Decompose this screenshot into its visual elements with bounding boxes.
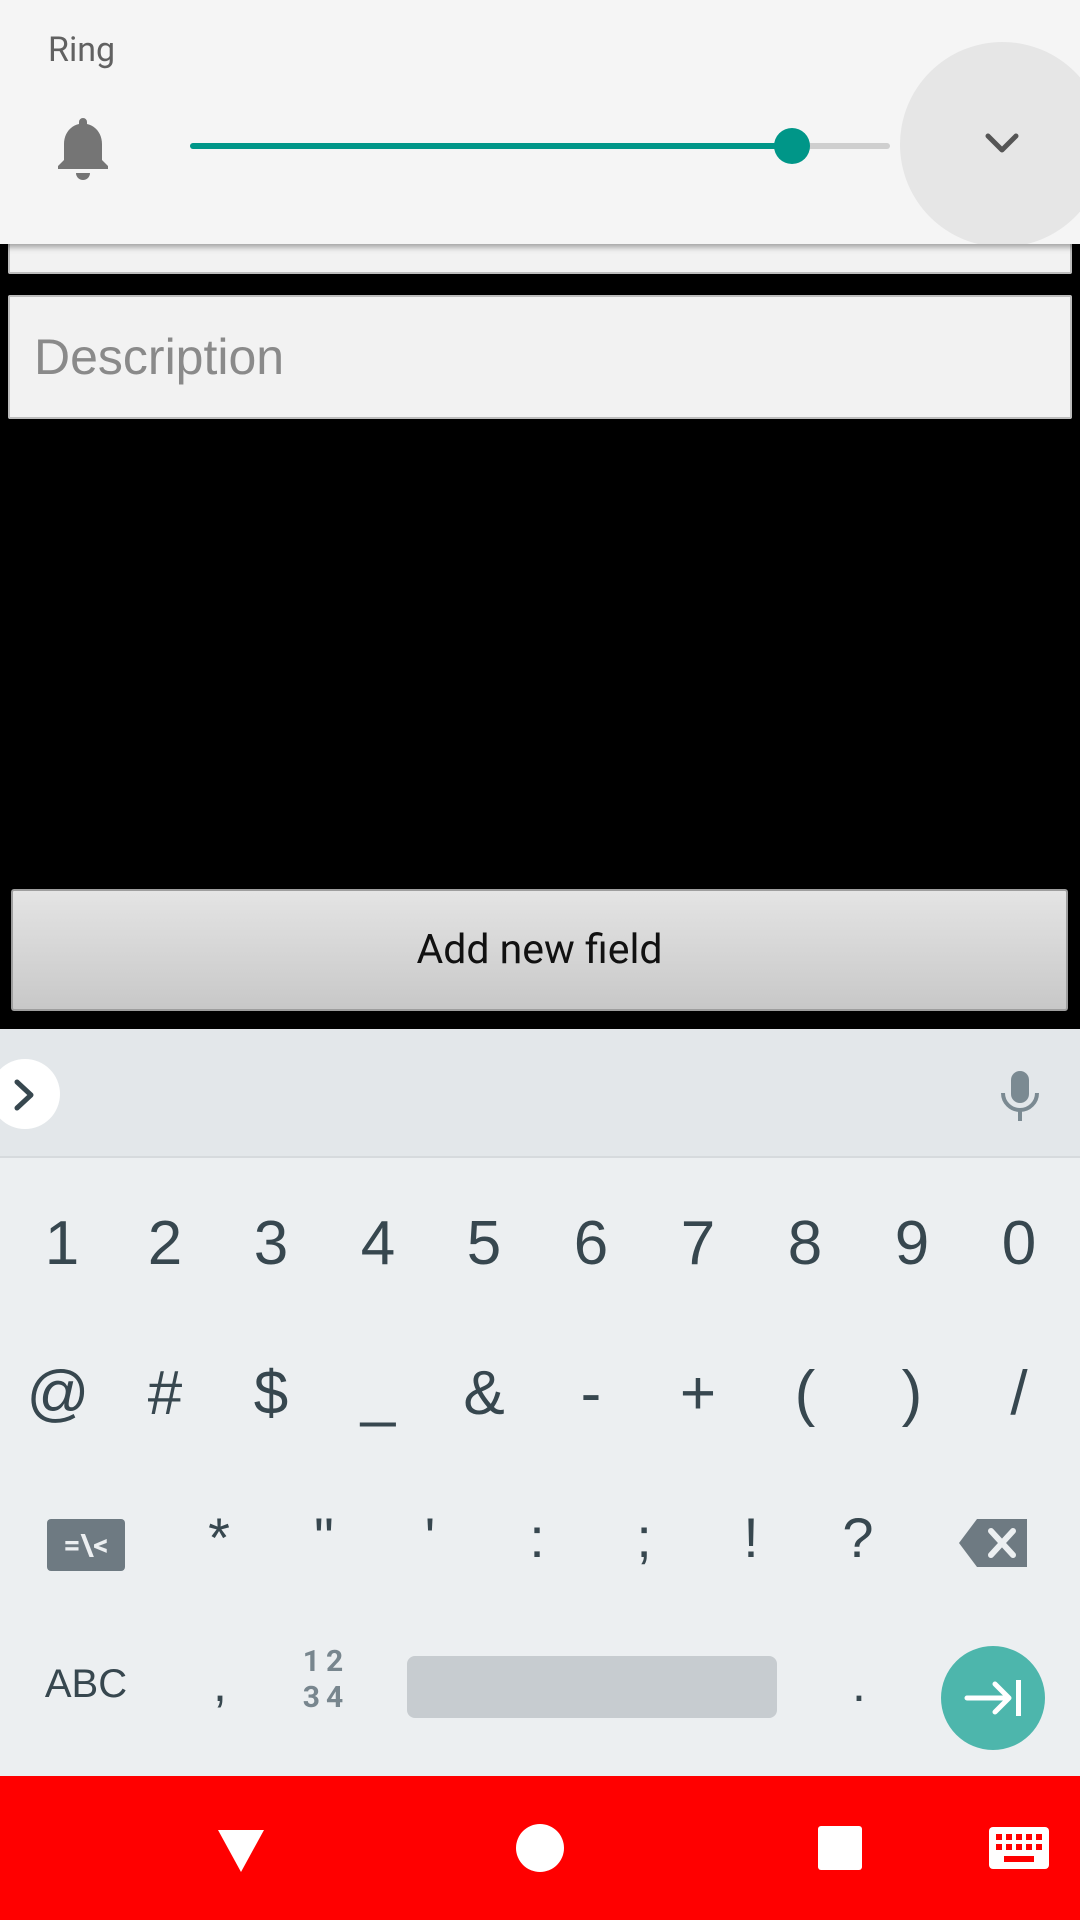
key-period[interactable]: . bbox=[815, 1614, 903, 1754]
space-key[interactable] bbox=[407, 1656, 777, 1718]
key-9[interactable]: 9 bbox=[868, 1173, 956, 1313]
bell-icon[interactable] bbox=[52, 112, 114, 180]
key-0[interactable]: 0 bbox=[975, 1173, 1063, 1313]
numpad-top-label: 12 bbox=[302, 1644, 350, 1679]
slider-fill bbox=[190, 143, 792, 149]
key-dollar[interactable]: $ bbox=[227, 1323, 315, 1463]
volume-slider[interactable] bbox=[190, 126, 890, 166]
key-comma[interactable]: , bbox=[176, 1614, 264, 1754]
numpad-bottom-label: 34 bbox=[302, 1680, 350, 1715]
mic-icon[interactable] bbox=[998, 1069, 1042, 1123]
key-at[interactable]: @ bbox=[14, 1323, 102, 1463]
chevron-right-icon bbox=[14, 1079, 34, 1111]
collapse-button[interactable] bbox=[900, 42, 1080, 244]
description-field[interactable] bbox=[8, 295, 1072, 419]
keyboard-icon[interactable] bbox=[988, 1826, 1050, 1874]
key-asterisk[interactable]: * bbox=[175, 1467, 263, 1607]
volume-panel: Ring bbox=[0, 0, 1080, 244]
keyboard-row-symbols: @ # $ _ & - + ( ) / bbox=[0, 1323, 1080, 1463]
key-minus[interactable]: - bbox=[547, 1323, 635, 1463]
soft-keyboard: 1 2 3 4 5 6 7 8 9 0 @ # $ _ & - + ( ) / … bbox=[0, 1029, 1080, 1776]
key-close-paren[interactable]: ) bbox=[868, 1323, 956, 1463]
expand-toolbar-button[interactable] bbox=[0, 1059, 60, 1129]
abc-key[interactable]: ABC bbox=[26, 1614, 146, 1754]
tab-next-icon bbox=[964, 1680, 1021, 1716]
keyboard-row-digits: 1 2 3 4 5 6 7 8 9 0 bbox=[0, 1173, 1080, 1313]
key-single-quote[interactable]: ' bbox=[386, 1467, 474, 1607]
key-8[interactable]: 8 bbox=[761, 1173, 849, 1313]
add-new-field-button[interactable]: Add new field bbox=[11, 889, 1068, 1011]
key-colon[interactable]: : bbox=[493, 1467, 581, 1607]
description-input[interactable] bbox=[10, 297, 1070, 417]
key-plus[interactable]: + bbox=[654, 1323, 742, 1463]
enter-key[interactable] bbox=[941, 1646, 1045, 1750]
key-double-quote[interactable]: " bbox=[280, 1467, 368, 1607]
key-open-paren[interactable]: ( bbox=[761, 1323, 849, 1463]
key-hash[interactable]: # bbox=[121, 1323, 209, 1463]
keyboard-row-bottom: ABC , 12 34 . bbox=[0, 1614, 1080, 1754]
key-2[interactable]: 2 bbox=[121, 1173, 209, 1313]
numpad-key[interactable]: 12 34 bbox=[296, 1644, 356, 1724]
navigation-bar bbox=[0, 1776, 1080, 1920]
volume-stream-title: Ring bbox=[48, 30, 116, 70]
key-slash[interactable]: / bbox=[975, 1323, 1063, 1463]
chevron-down-icon bbox=[985, 133, 1019, 153]
key-ampersand[interactable]: & bbox=[440, 1323, 528, 1463]
more-symbols-key[interactable]: =\< bbox=[47, 1519, 125, 1571]
key-exclamation[interactable]: ! bbox=[707, 1467, 795, 1607]
slider-thumb[interactable] bbox=[774, 128, 810, 164]
key-1[interactable]: 1 bbox=[18, 1173, 106, 1313]
key-4[interactable]: 4 bbox=[334, 1173, 422, 1313]
key-3[interactable]: 3 bbox=[227, 1173, 315, 1313]
key-7[interactable]: 7 bbox=[654, 1173, 742, 1313]
key-question[interactable]: ? bbox=[814, 1467, 902, 1607]
home-icon[interactable] bbox=[516, 1824, 564, 1872]
key-6[interactable]: 6 bbox=[547, 1173, 635, 1313]
backspace-icon[interactable] bbox=[957, 1517, 1029, 1569]
keyboard-row-more-symbols: =\< * " ' : ; ! ? bbox=[0, 1467, 1080, 1607]
recents-icon[interactable] bbox=[818, 1826, 862, 1870]
key-5[interactable]: 5 bbox=[440, 1173, 528, 1313]
suggestion-strip bbox=[0, 1029, 1080, 1158]
key-underscore[interactable]: _ bbox=[334, 1323, 422, 1463]
key-semicolon[interactable]: ; bbox=[600, 1467, 688, 1607]
back-icon[interactable] bbox=[216, 1828, 266, 1878]
